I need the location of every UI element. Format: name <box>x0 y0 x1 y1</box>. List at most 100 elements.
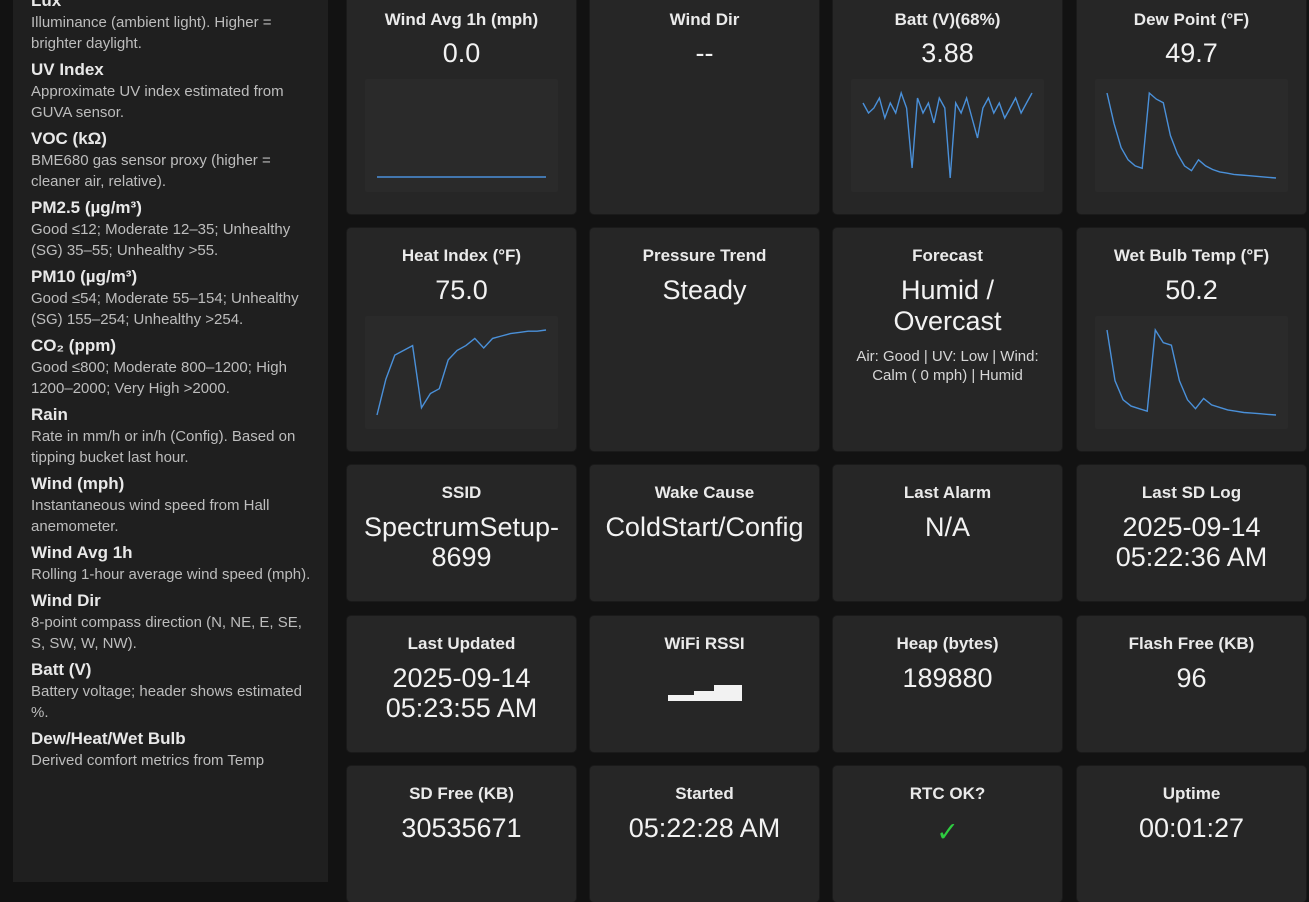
card-wifi-rssi: WiFi RSSI <box>590 616 819 752</box>
card-title: Wind Avg 1h (mph) <box>384 10 539 29</box>
card-value: -- <box>695 38 714 68</box>
card-title: Dew Point (°F) <box>1133 10 1250 29</box>
card-title: Flash Free (KB) <box>1128 634 1255 653</box>
card-title: Wake Cause <box>654 483 755 502</box>
card-value: 50.2 <box>1165 275 1218 305</box>
legend-item-description: Rolling 1-hour average wind speed (mph). <box>31 566 311 583</box>
legend-item-description: Rate in mm/h or in/h (Config). Based on … <box>31 428 296 466</box>
card-value: 05:22:28 AM <box>628 813 781 843</box>
card-title: Last Updated <box>407 634 516 653</box>
card-title: Uptime <box>1162 784 1221 803</box>
sparkline-heat-index <box>365 316 558 429</box>
card-last-sd-log: Last SD Log 2025-09-14 05:22:36 AM <box>1077 465 1306 601</box>
legend-item-description: Battery voltage; header shows estimated … <box>31 683 302 721</box>
card-pressure-trend: Pressure Trend Steady <box>590 228 819 451</box>
legend-item: Batt (V) Battery voltage; header shows es… <box>31 659 316 723</box>
legend-item: UV Index Approximate UV index estimated f… <box>31 59 316 123</box>
legend-item-description: Good ≤800; Moderate 800–1200; High 1200–… <box>31 359 287 397</box>
sparkline-series <box>862 90 1033 179</box>
card-title: Wind Dir <box>669 10 740 29</box>
legend-item: CO₂ (ppm) Good ≤800; Moderate 800–1200; H… <box>31 335 316 399</box>
card-last-updated: Last Updated 2025-09-14 05:23:55 AM <box>347 616 576 752</box>
metrics-legend-sidebar: Lux Illuminance (ambient light). Higher =… <box>13 0 328 882</box>
legend-item: Rain Rate in mm/h or in/h (Config). Based… <box>31 404 316 468</box>
sparkline-wet-bulb <box>1095 316 1288 429</box>
checkmark-icon: ✓ <box>936 817 959 847</box>
legend-item: Wind (mph) Instantaneous wind speed from … <box>31 473 316 537</box>
card-wet-bulb: Wet Bulb Temp (°F) 50.2 <box>1077 228 1306 451</box>
card-value: 189880 <box>902 663 993 693</box>
legend-item: Dew/Heat/Wet Bulb Derived comfort metrics… <box>31 728 316 771</box>
legend-item-title: VOC (kΩ) <box>31 129 107 148</box>
card-value-line-2: Overcast <box>893 306 1002 336</box>
legend-item: PM10 (µg/m³) Good ≤54; Moderate 55–154; U… <box>31 266 316 330</box>
legend-item-title: Wind Avg 1h <box>31 543 133 562</box>
legend-item-description: Instantaneous wind speed from Hall anemo… <box>31 497 270 535</box>
card-value-line-1: Humid / <box>900 275 995 305</box>
card-wake-cause: Wake Cause ColdStart/Config <box>590 465 819 601</box>
card-value-line-1: SpectrumSetup- <box>363 512 560 542</box>
sparkline-series <box>1106 91 1277 179</box>
card-heap: Heap (bytes) 189880 <box>833 616 1062 752</box>
legend-item: VOC (kΩ) BME680 gas sensor proxy (higher … <box>31 128 316 192</box>
legend-item-description: 8-point compass direction (N, NE, E, SE,… <box>31 614 302 652</box>
legend-item-description: Good ≤12; Moderate 12–35; Unhealthy (SG)… <box>31 221 291 259</box>
legend-item-title: Lux <box>31 0 62 10</box>
wifi-signal-bars-icon <box>668 685 742 701</box>
legend-item-title: Batt (V) <box>31 660 92 679</box>
sparkline-chart <box>377 176 546 178</box>
legend-item-title: Wind (mph) <box>31 474 125 493</box>
card-title: Batt (V)(68%) <box>894 10 1001 29</box>
card-title: Last Alarm <box>903 483 992 502</box>
legend-item-title: PM2.5 (µg/m³) <box>31 198 142 217</box>
legend-item-title: Wind Dir <box>31 591 101 610</box>
legend-item-title: PM10 (µg/m³) <box>31 267 138 286</box>
card-title: RTC OK? <box>909 784 986 803</box>
card-wind-avg: Wind Avg 1h (mph) 0.0 <box>347 0 576 214</box>
card-value-line-2: 05:22:36 AM <box>1115 542 1268 572</box>
legend-item-description: Good ≤54; Moderate 55–154; Unhealthy (SG… <box>31 290 299 328</box>
card-value: 75.0 <box>435 275 488 305</box>
card-value-line-1: 2025-09-14 <box>392 663 531 693</box>
card-title: Last SD Log <box>1141 483 1242 502</box>
sparkline-dew-point <box>1095 79 1288 192</box>
card-ssid: SSID SpectrumSetup- 8699 <box>347 465 576 601</box>
card-wind-dir: Wind Dir -- <box>590 0 819 214</box>
card-title: Started <box>675 784 734 803</box>
sparkline-series <box>376 329 547 416</box>
card-value: 3.88 <box>921 38 974 68</box>
legend-list: Lux Illuminance (ambient light). Higher =… <box>31 0 316 776</box>
card-title: Wet Bulb Temp (°F) <box>1113 246 1270 265</box>
sparkline-chart <box>862 90 1033 179</box>
legend-item: Wind Avg 1h Rolling 1-hour average wind s… <box>31 542 316 585</box>
legend-item-description: BME680 gas sensor proxy (higher = cleane… <box>31 152 271 190</box>
card-value: ColdStart/Config <box>605 512 804 542</box>
card-dew-point: Dew Point (°F) 49.7 <box>1077 0 1306 214</box>
card-last-alarm: Last Alarm N/A <box>833 465 1062 601</box>
sparkline-chart <box>1106 327 1277 416</box>
card-title: Forecast <box>912 246 983 265</box>
legend-item-description: Derived comfort metrics from Temp <box>31 752 265 769</box>
card-title: Heat Index (°F) <box>401 246 522 265</box>
sparkline-wind-avg <box>365 79 558 192</box>
card-value: Steady <box>662 275 747 305</box>
legend-item: Wind Dir 8-point compass direction (N, NE… <box>31 590 316 654</box>
card-title: Pressure Trend <box>642 246 767 265</box>
forecast-details: Air: Good | UV: Low | Wind: Calm ( 0 mph… <box>856 348 1039 384</box>
card-value: N/A <box>924 512 970 542</box>
legend-item-title: UV Index <box>31 60 104 79</box>
card-flash-free: Flash Free (KB) 96 <box>1077 616 1306 752</box>
card-forecast: Forecast Humid / Overcast Air: Good | UV… <box>833 228 1062 451</box>
card-value: 00:01:27 <box>1138 813 1245 843</box>
card-heat-index: Heat Index (°F) 75.0 <box>347 228 576 451</box>
card-title: SD Free (KB) <box>409 784 514 803</box>
legend-item-title: Rain <box>31 405 68 424</box>
card-value-line-2: 8699 <box>431 542 492 572</box>
legend-item: PM2.5 (µg/m³) Good ≤12; Moderate 12–35; U… <box>31 197 316 261</box>
card-title: Heap (bytes) <box>896 634 999 653</box>
sparkline-chart <box>376 329 547 416</box>
card-value-line-2: 05:23:55 AM <box>385 693 538 723</box>
card-title: SSID <box>441 483 482 502</box>
legend-item-description: Illuminance (ambient light). Higher = br… <box>31 14 272 52</box>
card-battery: Batt (V)(68%) 3.88 <box>833 0 1062 214</box>
